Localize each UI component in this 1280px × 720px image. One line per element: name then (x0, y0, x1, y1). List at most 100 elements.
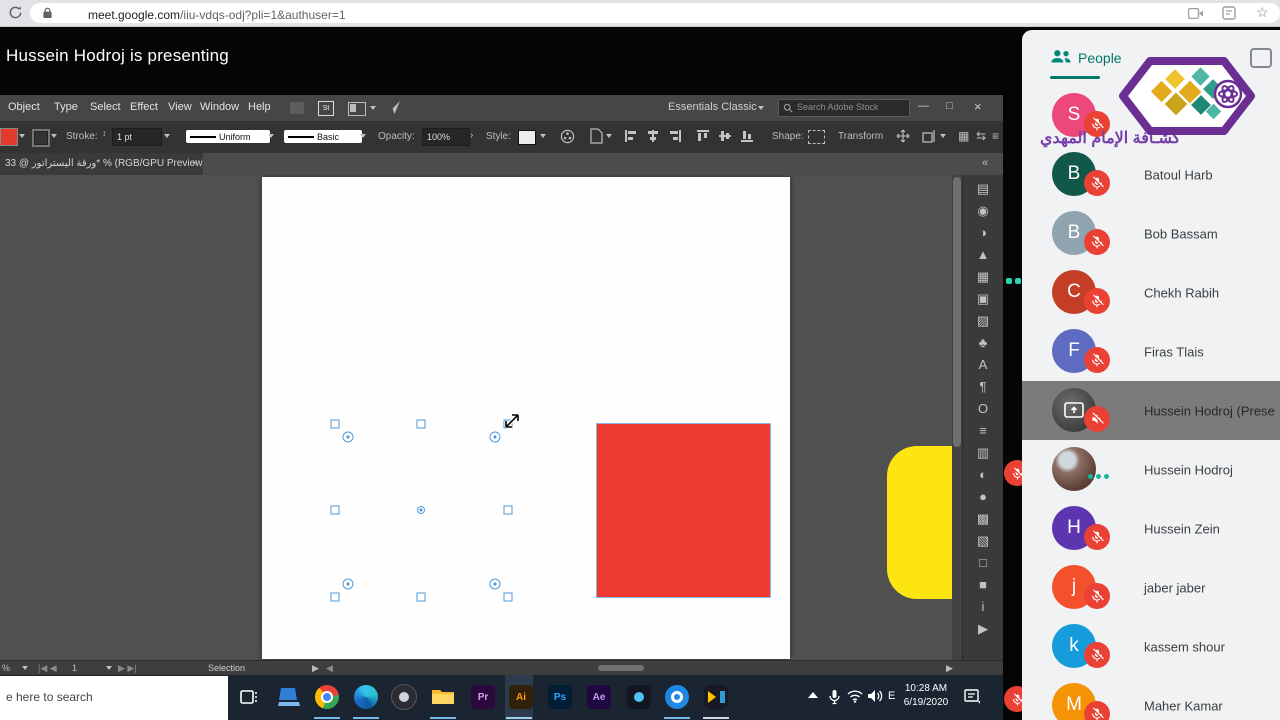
share-icon[interactable] (386, 100, 401, 115)
workspace-caret[interactable] (758, 106, 764, 110)
action-center-icon[interactable] (964, 689, 981, 710)
stroke-weight-caret[interactable] (164, 134, 170, 138)
selection-handle[interactable] (417, 420, 426, 429)
live-corner-widget[interactable] (490, 432, 501, 443)
menu-help[interactable]: Help (248, 101, 271, 113)
align-right-icon[interactable] (668, 129, 682, 143)
stroke-icon[interactable]: ≡ (979, 423, 987, 438)
workspace-switcher[interactable]: Essentials Classic (668, 101, 757, 113)
tray-microphone-icon[interactable] (828, 689, 841, 710)
menu-view[interactable]: View (168, 101, 192, 113)
panel-menu-icon[interactable]: ≡ (992, 129, 999, 143)
emulator-app-icon[interactable] (276, 684, 302, 710)
tray-chevron-up-icon[interactable] (808, 692, 818, 698)
width-profile-caret[interactable] (268, 134, 274, 138)
camera-in-use-icon[interactable] (1188, 8, 1204, 19)
align-top-icon[interactable] (696, 129, 710, 143)
center-point-widget[interactable] (417, 506, 425, 514)
selection-handle[interactable] (504, 593, 513, 602)
recolor-artwork-icon[interactable] (560, 129, 575, 144)
tray-language-indicator[interactable]: E (888, 690, 895, 702)
participant-row[interactable]: Hussein Hodroj (1022, 440, 1280, 499)
task-view-icon[interactable] (236, 684, 262, 710)
style-caret[interactable] (540, 134, 546, 138)
participant-row[interactable]: k kassem shour (1022, 617, 1280, 676)
artboard[interactable] (262, 177, 790, 659)
menu-window[interactable]: Window (200, 101, 239, 113)
participant-row[interactable]: M Maher Kamar (1022, 676, 1280, 720)
style-swatch[interactable] (518, 130, 536, 145)
variable-width-profile[interactable]: Uniform (186, 130, 270, 143)
participant-row[interactable]: j jaber jaber (1022, 558, 1280, 617)
reload-icon[interactable] (8, 5, 23, 20)
participant-row[interactable]: B Batoul Harb (1022, 145, 1280, 204)
yellow-rounded-square-shape[interactable] (887, 446, 952, 599)
brush-definition[interactable]: Basic (284, 130, 362, 143)
close-button[interactable]: × (974, 99, 982, 114)
dock-collapse-icon[interactable]: « (982, 157, 988, 169)
layers-icon[interactable]: ▤ (977, 181, 989, 196)
taskbar-search-box[interactable]: e here to search (0, 676, 228, 720)
cc-libraries-icon[interactable]: ◉ (977, 203, 988, 218)
opacity-expand-icon[interactable]: › (470, 130, 473, 141)
asset-export-icon[interactable]: □ (979, 555, 987, 570)
participant-row[interactable]: B Bob Bassam (1022, 204, 1280, 263)
rewind-icon[interactable]: ◀ (326, 663, 333, 674)
stroke-color-swatch[interactable] (32, 129, 50, 147)
menu-object[interactable]: Object (8, 101, 40, 113)
shape-properties-icon[interactable] (808, 130, 825, 144)
document-setup-caret[interactable] (606, 134, 612, 138)
tray-speaker-icon[interactable] (867, 689, 883, 708)
artboards-icon[interactable]: ▣ (977, 291, 989, 306)
links-icon[interactable]: ▧ (977, 533, 989, 548)
arrange-documents-caret[interactable] (370, 106, 376, 110)
live-corner-widget[interactable] (343, 432, 354, 443)
character-icon[interactable]: A (979, 357, 988, 372)
paragraph-icon[interactable]: ¶ (980, 379, 987, 394)
adobe-stock-icon[interactable]: St (318, 101, 334, 116)
media-app-icon[interactable] (391, 684, 417, 710)
first-artboard-icon[interactable]: |◀ ◀ (38, 663, 57, 674)
vertical-scrollbar-thumb[interactable] (953, 177, 961, 447)
video-editor-app-icon[interactable] (626, 684, 652, 710)
swatches-icon[interactable]: ▦ (977, 269, 989, 284)
fill-color-swatch[interactable] (0, 128, 18, 146)
maximize-button[interactable]: □ (946, 100, 953, 112)
brush-caret[interactable] (360, 134, 366, 138)
edge-icon[interactable] (353, 684, 379, 710)
illustrator-icon[interactable]: Ai (508, 684, 534, 710)
fill-caret[interactable] (19, 134, 25, 138)
document-tab[interactable]: 33 @ ورقة اليستراتور* % (RGB/GPU Preview… (0, 153, 203, 175)
chrome-icon[interactable] (314, 684, 340, 710)
live-corner-widget[interactable] (343, 579, 354, 590)
appearance-icon[interactable]: ● (979, 489, 987, 504)
dimensions-caret[interactable] (940, 134, 946, 138)
tray-clock[interactable]: 10:28 AM6/19/2020 (898, 682, 954, 710)
document-tab-close-icon[interactable]: × (192, 153, 198, 175)
transparency-icon[interactable]: ◐ (979, 467, 987, 482)
after-effects-icon[interactable]: Ae (586, 684, 612, 710)
stock-search-box[interactable]: Search Adobe Stock (778, 99, 910, 117)
gameloop-icon[interactable] (703, 684, 729, 710)
file-explorer-icon[interactable] (430, 684, 456, 710)
lock-icon[interactable] (42, 7, 53, 19)
free-transform-icon[interactable] (896, 129, 910, 143)
scroll-right-icon[interactable]: ▶ (946, 663, 953, 674)
gradient-icon[interactable]: ▥ (977, 445, 989, 460)
photoshop-icon[interactable]: Ps (547, 684, 573, 710)
dimensions-icon[interactable] (922, 129, 936, 143)
page-tools-icon[interactable] (1222, 6, 1236, 20)
tray-wifi-icon[interactable] (847, 689, 863, 708)
arrange-documents-icon[interactable] (348, 102, 366, 116)
align-left-icon[interactable] (624, 129, 638, 143)
align-bottom-icon[interactable] (740, 129, 754, 143)
selection-handle[interactable] (331, 593, 340, 602)
graphic-styles-icon[interactable]: ▩ (977, 511, 989, 526)
menu-select[interactable]: Select (90, 101, 121, 113)
last-artboard-icon[interactable]: ▶ ▶| (118, 663, 137, 674)
opentype-icon[interactable]: O (978, 401, 988, 416)
participant-row[interactable]: F Firas Tlais (1022, 322, 1280, 381)
symbols-icon[interactable]: ♣ (979, 335, 988, 350)
navigator-icon[interactable]: ■ (979, 577, 987, 592)
zoom-level[interactable]: % (2, 663, 10, 673)
